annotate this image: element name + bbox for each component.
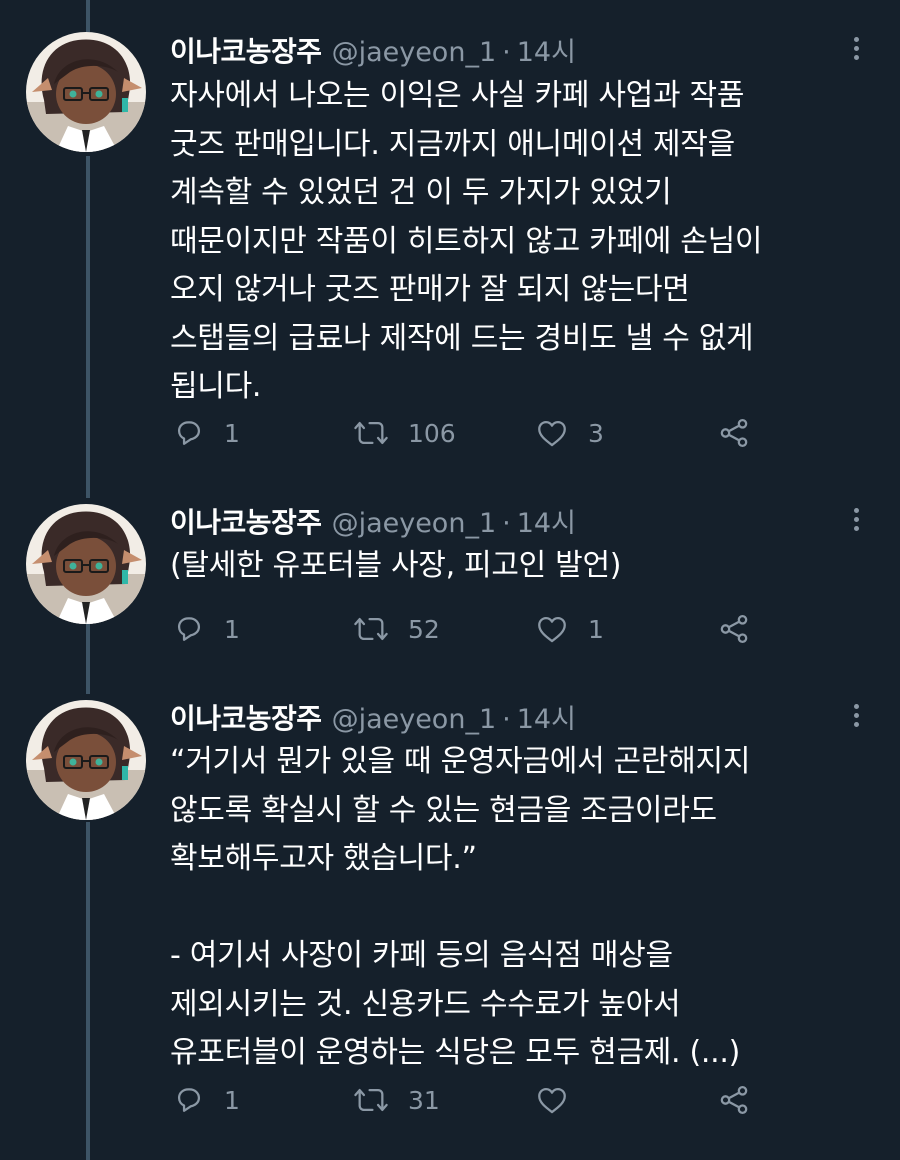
reply-button[interactable]: 1 <box>172 609 240 649</box>
retweet-icon <box>354 617 388 641</box>
share-button[interactable] <box>716 1080 752 1120</box>
display-name[interactable]: 이나코농장주 <box>170 30 322 70</box>
retweet-count: 52 <box>408 614 440 644</box>
tweet[interactable]: 이나코농장주 @jaeyeon_1 · 14시 (탈세한 유포터블 사장, 피고… <box>0 480 900 680</box>
timestamp[interactable]: 14시 <box>517 697 576 736</box>
tweet[interactable]: 이나코농장주 @jaeyeon_1 · 14시 자사에서 나오는 이익은 사실 … <box>0 0 900 480</box>
tweet-text-line: 자사에서 나오는 이익은 사실 카페 사업과 작품 <box>170 78 745 113</box>
tweet-text-line: 굿즈 판매입니다. 지금까지 애니메이션 제작을 <box>170 126 735 162</box>
like-button[interactable] <box>534 1080 588 1120</box>
tweet[interactable]: 이나코농장주 @jaeyeon_1 · 14시 “거기서 뭔가 있을 때 운영자… <box>0 680 900 1160</box>
reply-count: 1 <box>224 614 240 644</box>
avatar[interactable] <box>26 504 146 624</box>
tweet-text-line: - 여기서 사장이 카페 등의 음식점 매상을 <box>170 938 673 973</box>
reply-button[interactable]: 1 <box>172 413 240 453</box>
retweet-button[interactable]: 31 <box>352 1080 440 1120</box>
reply-button[interactable]: 1 <box>172 1080 240 1120</box>
user-handle[interactable]: @jaeyeon_1 <box>332 37 497 68</box>
tweet-header: 이나코농장주 @jaeyeon_1 · 14시 <box>170 30 576 68</box>
action-bar: 1 31 <box>170 1080 790 1120</box>
share-icon <box>720 418 748 448</box>
retweet-icon <box>354 1088 388 1112</box>
like-button[interactable]: 1 <box>534 609 604 649</box>
display-name[interactable]: 이나코농장주 <box>170 501 322 541</box>
reply-icon <box>177 1088 201 1112</box>
retweet-count: 106 <box>408 418 456 448</box>
share-icon <box>720 1085 748 1115</box>
tweet-text: 자사에서 나오는 이익은 사실 카페 사업과 작품 굿즈 판매입니다. 지금까지… <box>170 72 860 412</box>
user-handle[interactable]: @jaeyeon_1 <box>332 704 497 735</box>
action-bar: 1 106 3 <box>170 413 790 453</box>
separator: · <box>502 508 511 539</box>
tweet-text-line: 오지 않거나 굿즈 판매가 잘 되지 않는다면 <box>170 272 690 307</box>
tweet-text-line: 스탭들의 급료나 제작에 드는 경비도 낼 수 없게 <box>170 320 754 356</box>
retweet-button[interactable]: 52 <box>352 609 440 649</box>
reply-count: 1 <box>224 1085 240 1115</box>
reply-icon <box>177 421 201 445</box>
like-icon <box>538 420 566 447</box>
timestamp[interactable]: 14시 <box>517 30 576 69</box>
tweet-text-line: (탈세한 유포터블 사장, 피고인 발언) <box>170 548 622 583</box>
timeline: 이나코농장주 @jaeyeon_1 · 14시 자사에서 나오는 이익은 사실 … <box>0 0 900 1160</box>
timestamp[interactable]: 14시 <box>517 501 576 540</box>
tweet-text: (탈세한 유포터블 사장, 피고인 발언) <box>170 542 860 591</box>
user-handle[interactable]: @jaeyeon_1 <box>332 508 497 539</box>
retweet-count: 31 <box>408 1085 440 1115</box>
more-options-icon[interactable] <box>842 31 870 65</box>
retweet-button[interactable]: 106 <box>352 413 456 453</box>
action-bar: 1 52 1 <box>170 609 790 649</box>
tweet-header: 이나코농장주 @jaeyeon_1 · 14시 <box>170 697 576 735</box>
reply-icon <box>177 617 201 641</box>
more-options-icon[interactable] <box>842 698 870 732</box>
tweet-text-line: 계속할 수 있었던 건 이 두 가지가 있었기 <box>170 175 672 210</box>
tweet-text-line: 유포터블이 운영하는 식당은 모두 현금제. (...) <box>170 1035 741 1070</box>
tweet-text-line: 됩니다. <box>170 369 262 404</box>
tweet-text-line: 제외시키는 것. 신용카드 수수료가 높아서 <box>170 986 681 1022</box>
like-count: 1 <box>588 614 604 644</box>
retweet-icon <box>354 421 388 445</box>
avatar[interactable] <box>26 32 146 152</box>
separator: · <box>502 704 511 735</box>
tweet-header: 이나코농장주 @jaeyeon_1 · 14시 <box>170 501 576 539</box>
tweet-text-line: 확보해두고자 했습니다.” <box>170 841 477 876</box>
like-icon <box>538 1087 566 1114</box>
tweet-text: “거기서 뭔가 있을 때 운영자금에서 곤란해지지 않도록 확실시 할 수 있는… <box>170 738 860 1078</box>
reply-count: 1 <box>224 418 240 448</box>
tweet-text-line: 때문이지만 작품이 히트하지 않고 카페에 손님이 <box>170 223 763 259</box>
more-options-icon[interactable] <box>842 502 870 536</box>
separator: · <box>502 37 511 68</box>
like-count: 3 <box>588 418 604 448</box>
share-icon <box>720 614 748 644</box>
display-name[interactable]: 이나코농장주 <box>170 697 322 737</box>
tweet-text-line: “거기서 뭔가 있을 때 운영자금에서 곤란해지지 <box>170 744 751 779</box>
tweet-text-line: 않도록 확실시 할 수 있는 현금을 조금이라도 <box>170 792 717 828</box>
like-icon <box>538 616 566 643</box>
like-button[interactable]: 3 <box>534 413 604 453</box>
share-button[interactable] <box>716 413 752 453</box>
share-button[interactable] <box>716 609 752 649</box>
avatar[interactable] <box>26 700 146 820</box>
